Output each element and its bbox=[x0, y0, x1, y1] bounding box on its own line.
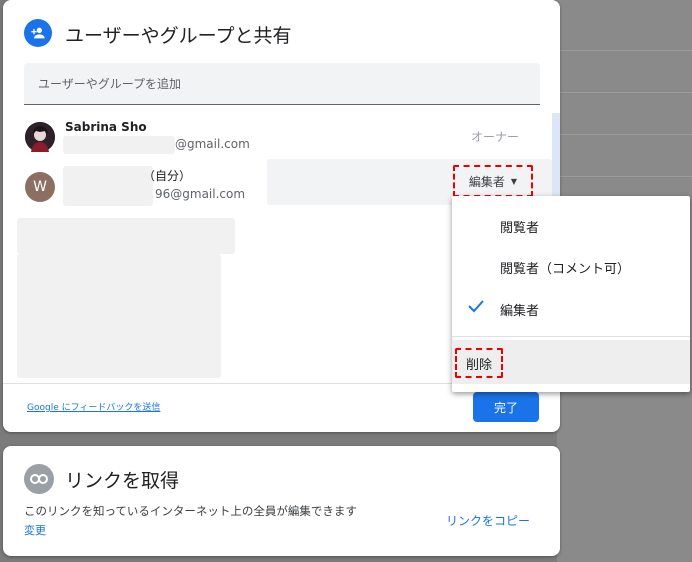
person-name: Sabrina Sho bbox=[65, 120, 147, 134]
redacted-block bbox=[17, 218, 235, 254]
link-description: このリンクを知っているインターネット上の全員が編集できます bbox=[24, 504, 357, 518]
role-dropdown-button[interactable]: 編集者 ▼ bbox=[453, 165, 533, 197]
redacted-block bbox=[17, 254, 221, 378]
redacted-email bbox=[63, 136, 175, 154]
owner-role: オーナー bbox=[471, 130, 520, 144]
self-label: （自分） bbox=[143, 169, 192, 183]
avatar bbox=[25, 122, 55, 152]
person-email: 96@gmail.com bbox=[155, 187, 246, 201]
check-icon bbox=[468, 299, 484, 317]
person-email: @gmail.com bbox=[175, 137, 250, 151]
link-icon bbox=[24, 464, 54, 494]
person-add-icon bbox=[24, 19, 52, 47]
link-card-title: リンクを取得 bbox=[65, 470, 180, 492]
get-link-card[interactable]: リンクを取得 このリンクを知っているインターネット上の全員が編集できます 変更 … bbox=[3, 446, 560, 556]
avatar: W bbox=[25, 172, 55, 202]
redacted-name bbox=[63, 166, 153, 206]
menu-item-label: 閲覧者 bbox=[500, 221, 540, 236]
caret-down-icon: ▼ bbox=[510, 176, 518, 186]
menu-item-commenter[interactable]: 閲覧者（コメント可） bbox=[452, 248, 690, 284]
add-people-input[interactable]: ユーザーやグループを追加 bbox=[24, 63, 540, 105]
change-link[interactable]: 変更 bbox=[24, 522, 46, 538]
done-button[interactable]: 完了 bbox=[473, 392, 539, 422]
menu-divider bbox=[452, 336, 690, 337]
menu-item-editor[interactable]: 編集者 bbox=[452, 290, 690, 326]
feedback-link[interactable]: Google にフィードバックを送信 bbox=[27, 400, 160, 413]
menu-item-label: 編集者 bbox=[500, 304, 540, 319]
add-people-placeholder: ユーザーやグループを追加 bbox=[38, 77, 182, 91]
role-menu: 閲覧者 閲覧者（コメント可） 編集者 削除 bbox=[452, 196, 690, 392]
role-label: 編集者 bbox=[468, 174, 505, 189]
menu-item-label: 閲覧者（コメント可） bbox=[500, 262, 631, 277]
menu-item-viewer[interactable]: 閲覧者 bbox=[452, 207, 690, 243]
dialog-title: ユーザーやグループと共有 bbox=[65, 25, 292, 47]
copy-link-button[interactable]: リンクをコピー bbox=[446, 512, 530, 529]
menu-item-remove[interactable]: 削除 bbox=[455, 348, 503, 378]
